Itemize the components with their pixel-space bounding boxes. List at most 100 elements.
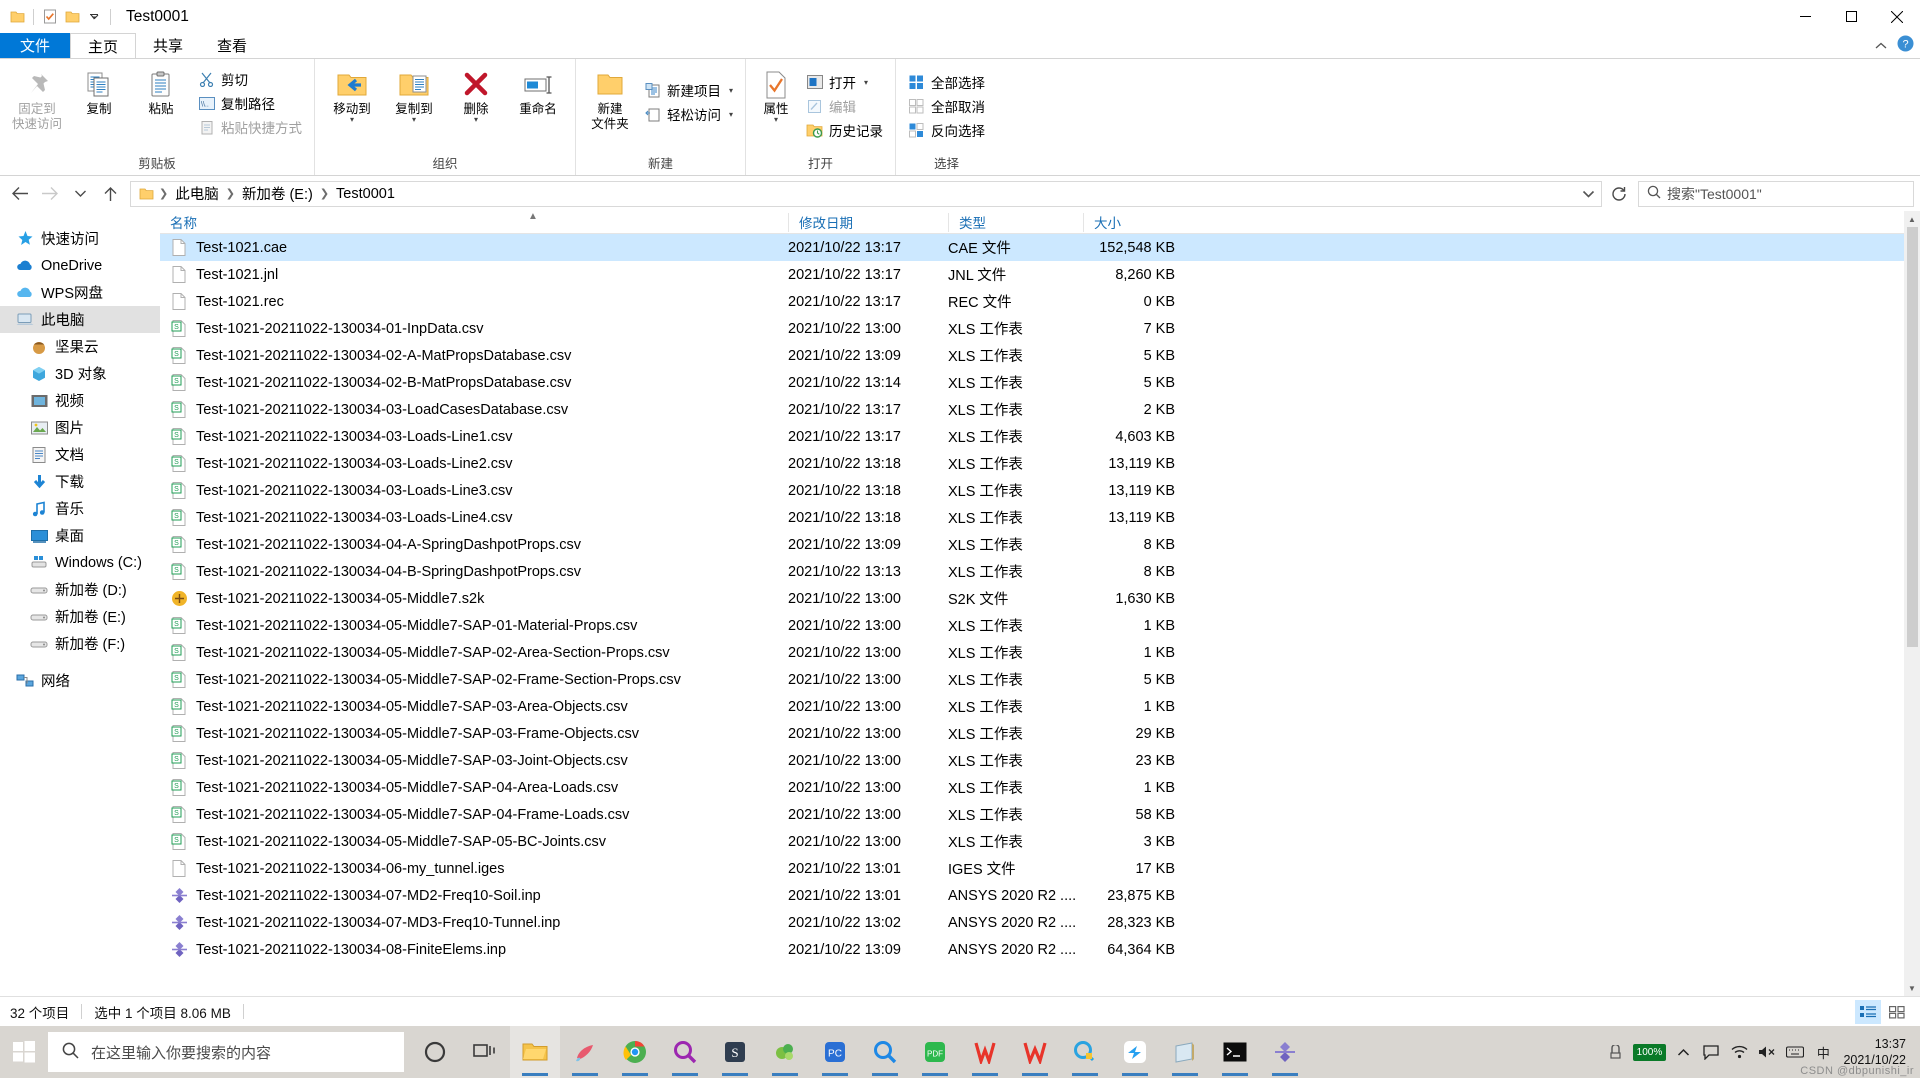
file-name-cell[interactable]: S Test-1021-20211022-130034-05-Middle7-SA… [160, 644, 788, 662]
chevron-down-icon[interactable]: ▾ [350, 116, 354, 124]
chevron-down-icon[interactable]: ▾ [729, 86, 733, 95]
pc-manager-icon[interactable]: PC [810, 1026, 860, 1078]
file-name-cell[interactable]: Test-1021.cae [160, 239, 788, 257]
chevron-down-icon[interactable]: ▾ [729, 110, 733, 119]
up-button[interactable] [96, 180, 124, 208]
file-name-cell[interactable]: S Test-1021-20211022-130034-05-Middle7-SA… [160, 779, 788, 797]
ansys-icon[interactable] [1260, 1026, 1310, 1078]
file-name-cell[interactable]: S Test-1021-20211022-130034-03-Loads-Line… [160, 482, 788, 500]
new-item-button[interactable]: 新建项目 ▾ [638, 78, 739, 102]
sap2000-icon[interactable]: S [710, 1026, 760, 1078]
table-row[interactable]: S Test-1021-20211022-130034-03-Loads-Line… [160, 423, 1904, 450]
large-icons-view-button[interactable] [1884, 1000, 1910, 1024]
select-none-button[interactable]: 全部取消 [902, 94, 991, 118]
teambition-icon[interactable] [1110, 1026, 1160, 1078]
tab-share[interactable]: 共享 [136, 33, 200, 58]
chevron-right-icon[interactable]: ❯ [158, 187, 169, 200]
sidebar-item-downloads[interactable]: 下载 [0, 468, 160, 495]
table-row[interactable]: S Test-1021-20211022-130034-05-Middle7-SA… [160, 774, 1904, 801]
paste-button[interactable]: 粘贴 [130, 64, 192, 117]
file-name-cell[interactable]: S Test-1021-20211022-130034-03-Loads-Line… [160, 455, 788, 473]
file-name-cell[interactable]: Test-1021.jnl [160, 266, 788, 284]
paint-3d-icon[interactable] [560, 1026, 610, 1078]
help-icon[interactable]: ? [1897, 35, 1914, 56]
column-header-name[interactable]: 名称 [160, 213, 788, 232]
breadcrumb-item-test0001[interactable]: Test0001 [332, 184, 399, 204]
chevron-right-icon[interactable]: ❯ [225, 187, 236, 200]
tab-file[interactable]: 文件 [0, 33, 71, 58]
taskbar-search-input[interactable]: 在这里输入你要搜索的内容 [91, 1042, 271, 1063]
table-row[interactable]: Test-1021-20211022-130034-07-MD3-Freq10-… [160, 909, 1904, 936]
table-row[interactable]: S Test-1021-20211022-130034-05-Middle7-SA… [160, 666, 1904, 693]
navigation-pane[interactable]: 快速访问 OneDrive WPS网盘 此电脑 坚果云 3D 对象 视频 图片 … [0, 211, 160, 996]
file-name-cell[interactable]: S Test-1021-20211022-130034-04-B-SpringDa… [160, 563, 788, 581]
table-row[interactable]: S Test-1021-20211022-130034-05-Middle7-SA… [160, 693, 1904, 720]
file-name-cell[interactable]: S Test-1021-20211022-130034-04-A-SpringDa… [160, 536, 788, 554]
table-row[interactable]: Test-1021.rec 2021/10/22 13:17 REC 文件 0 KB [160, 288, 1904, 315]
battery-percent-badge[interactable]: 100% [1629, 1026, 1669, 1078]
chrome-icon[interactable] [610, 1026, 660, 1078]
cut-button[interactable]: 剪切 [192, 67, 308, 91]
breadcrumb-item-this-pc[interactable]: 此电脑 [171, 181, 223, 206]
breadcrumb[interactable]: ❯ 此电脑 ❯ 新加卷 (E:) ❯ Test0001 [130, 180, 1602, 207]
scroll-thumb[interactable] [1906, 227, 1918, 647]
file-name-cell[interactable]: S Test-1021-20211022-130034-05-Middle7-SA… [160, 752, 788, 770]
copy-to-button[interactable]: 复制到 ▾ [383, 64, 445, 124]
show-hidden-icons-icon[interactable] [1669, 1026, 1697, 1078]
sidebar-item-drive-f[interactable]: 新加卷 (F:) [0, 630, 160, 657]
table-row[interactable]: S Test-1021-20211022-130034-05-Middle7-SA… [160, 828, 1904, 855]
sidebar-item-desktop[interactable]: 桌面 [0, 522, 160, 549]
abaqus-icon[interactable] [760, 1026, 810, 1078]
file-name-cell[interactable]: S Test-1021-20211022-130034-05-Middle7-SA… [160, 671, 788, 689]
move-to-button[interactable]: 移动到 ▾ [321, 64, 383, 124]
table-row[interactable]: S Test-1021-20211022-130034-03-Loads-Line… [160, 477, 1904, 504]
file-name-cell[interactable]: S Test-1021-20211022-130034-02-A-MatProps… [160, 347, 788, 365]
file-name-cell[interactable]: S Test-1021-20211022-130034-05-Middle7-SA… [160, 833, 788, 851]
file-name-cell[interactable]: Test-1021-20211022-130034-05-Middle7.s2k [160, 590, 788, 608]
edit-button[interactable]: 编辑 [800, 94, 889, 118]
chevron-down-icon[interactable]: ▾ [864, 78, 868, 87]
qq-icon[interactable] [1060, 1026, 1110, 1078]
sidebar-item-drive-e[interactable]: 新加卷 (E:) [0, 603, 160, 630]
sidebar-item-wps-cloud[interactable]: WPS网盘 [0, 279, 160, 306]
file-list[interactable]: 名称 修改日期 类型 大小 ▲ Test-1021.cae 2021/10/22 … [160, 211, 1904, 996]
maximize-button[interactable] [1828, 0, 1874, 33]
sidebar-item-onedrive[interactable]: OneDrive [0, 252, 160, 279]
table-row[interactable]: S Test-1021-20211022-130034-04-B-SpringDa… [160, 558, 1904, 585]
sidebar-item-videos[interactable]: 视频 [0, 387, 160, 414]
file-name-cell[interactable]: S Test-1021-20211022-130034-02-B-MatProps… [160, 374, 788, 392]
table-row[interactable]: S Test-1021-20211022-130034-05-Middle7-SA… [160, 801, 1904, 828]
command-prompt-icon[interactable] [1210, 1026, 1260, 1078]
taskbar-search-box[interactable]: 在这里输入你要搜索的内容 [48, 1032, 404, 1072]
taskbar[interactable]: 在这里输入你要搜索的内容 S PC PDF 100% 中 13:37 2021/… [0, 1026, 1920, 1078]
breadcrumb-item-drive-e[interactable]: 新加卷 (E:) [238, 181, 317, 206]
file-explorer-icon[interactable] [510, 1026, 560, 1078]
chevron-down-icon[interactable]: ▾ [774, 116, 778, 124]
table-row[interactable]: S Test-1021-20211022-130034-03-LoadCasesD… [160, 396, 1904, 423]
sidebar-item-quick-access[interactable]: 快速访问 [0, 225, 160, 252]
table-row[interactable]: Test-1021-20211022-130034-07-MD2-Freq10-… [160, 882, 1904, 909]
magnifier-search-icon[interactable] [860, 1026, 910, 1078]
easy-access-button[interactable]: 轻松访问 ▾ [638, 102, 739, 126]
table-row[interactable]: S Test-1021-20211022-130034-05-Middle7-SA… [160, 639, 1904, 666]
file-name-cell[interactable]: Test-1021-20211022-130034-07-MD3-Freq10-… [160, 914, 788, 932]
file-name-cell[interactable]: Test-1021-20211022-130034-08-FiniteElems… [160, 941, 788, 959]
taskbar-app-icons[interactable]: S PC PDF [410, 1026, 1310, 1078]
wps-word-a-icon[interactable] [960, 1026, 1010, 1078]
copy-path-button[interactable]: \\.. 复制路径 [192, 91, 308, 115]
battery-icon[interactable] [1601, 1026, 1629, 1078]
ribbon-tabs[interactable]: 文件 主页 共享 查看 ? [0, 33, 1920, 58]
properties-button[interactable]: 属性 ▾ [752, 64, 800, 124]
open-button[interactable]: 打开 ▾ [800, 70, 889, 94]
network-icon[interactable] [1725, 1026, 1753, 1078]
file-name-cell[interactable]: S Test-1021-20211022-130034-03-Loads-Line… [160, 509, 788, 527]
action-center-icon[interactable] [1697, 1026, 1725, 1078]
new-folder-button[interactable]: 新建 文件夹 [582, 64, 638, 132]
copy-button[interactable]: 复制 [68, 64, 130, 117]
sidebar-item-pictures[interactable]: 图片 [0, 414, 160, 441]
table-row[interactable]: Test-1021-20211022-130034-06-my_tunnel.i… [160, 855, 1904, 882]
table-row[interactable]: S Test-1021-20211022-130034-04-A-SpringDa… [160, 531, 1904, 558]
chevron-down-icon[interactable]: ▾ [412, 116, 416, 124]
minimize-button[interactable] [1782, 0, 1828, 33]
new-folder-icon[interactable] [61, 6, 83, 28]
